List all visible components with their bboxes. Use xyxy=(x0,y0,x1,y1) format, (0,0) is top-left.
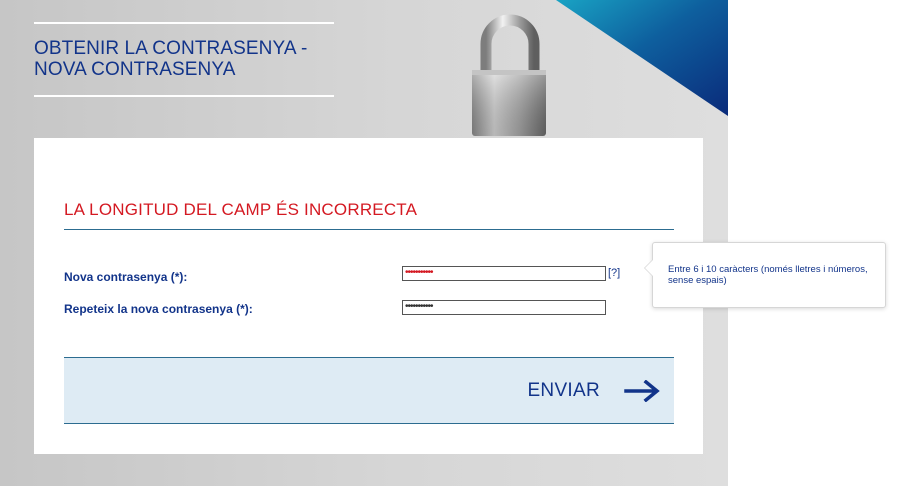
submit-button[interactable]: ENVIAR xyxy=(527,376,660,406)
new-password-input[interactable]: ••••••••••• xyxy=(402,266,606,281)
page-title: OBTENIR LA CONTRASENYA - NOVA CONTRASENY… xyxy=(34,38,334,80)
new-password-label: Nova contrasenya (*): xyxy=(64,270,188,284)
page-background: OBTENIR LA CONTRASENYA - NOVA CONTRASENY… xyxy=(0,0,728,486)
submit-label: ENVIAR xyxy=(527,380,600,401)
error-divider xyxy=(64,229,674,230)
page-title-line2: NOVA CONTRASENYA xyxy=(34,59,236,80)
tooltip-text: Entre 6 i 10 caràcters (només lletres i … xyxy=(668,264,868,286)
submit-bar: ENVIAR xyxy=(64,357,674,424)
title-bottom-rule xyxy=(34,95,334,97)
page-title-line1: OBTENIR LA CONTRASENYA - xyxy=(34,38,308,59)
help-link[interactable]: [?] xyxy=(608,267,620,279)
title-top-rule xyxy=(34,22,334,24)
password-form-card: LA LONGITUD DEL CAMP ÉS INCORRECTA Nova … xyxy=(34,138,703,454)
error-message: LA LONGITUD DEL CAMP ÉS INCORRECTA xyxy=(64,200,418,219)
repeat-password-label: Repeteix la nova contrasenya (*): xyxy=(64,302,253,316)
password-help-tooltip: Entre 6 i 10 caràcters (només lletres i … xyxy=(644,242,886,308)
padlock-icon xyxy=(472,14,546,136)
repeat-password-input[interactable]: ••••••••••• xyxy=(402,300,606,315)
arrow-right-icon xyxy=(624,380,660,402)
tooltip-arrow xyxy=(644,259,653,277)
